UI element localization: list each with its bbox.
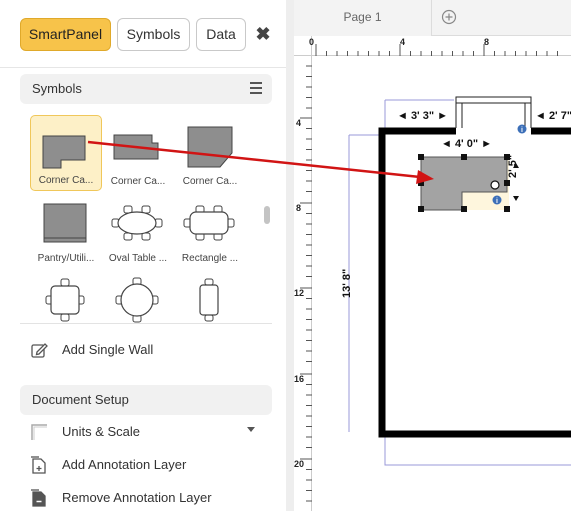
dimension-top-right[interactable]: ◄ 2' 7" <box>535 110 571 122</box>
symbol-label: Corner Ca... <box>110 176 166 187</box>
edit-icon <box>31 343 48 358</box>
symbol-label: Pantry/Utili... <box>37 253 95 264</box>
hamburger-icon[interactable] <box>250 82 262 94</box>
symbol-corner-cabinet-1[interactable]: Corner Ca... <box>30 115 102 191</box>
symbol-small-table[interactable] <box>174 269 246 324</box>
symbol-corner-cabinet-3[interactable]: Corner Ca... <box>174 115 246 191</box>
symbol-oval-table[interactable]: Oval Table ... <box>102 192 174 268</box>
panel-tab-bar: SmartPanel Symbols Data ✖ <box>0 0 286 68</box>
remove-layer-icon <box>31 489 46 507</box>
caret-down-icon[interactable] <box>247 427 255 432</box>
small-table-icon <box>199 278 219 322</box>
symbol-pantry[interactable]: Pantry/Utili... <box>30 192 102 268</box>
symbol-round-table[interactable] <box>102 269 174 324</box>
dimension-object-width[interactable]: ◄ 4' 0" ► <box>441 138 492 150</box>
tab-smartpanel[interactable]: SmartPanel <box>20 18 111 51</box>
add-single-wall-label: Add Single Wall <box>62 342 154 357</box>
canvas-area: Page 1 0 4 8 4 8 12 16 20 i i ◄ 3' 3" ► … <box>294 0 571 511</box>
units-scale-label: Units & Scale <box>62 424 141 439</box>
symbol-grid: Corner Ca... Corner Ca... Corner Ca... P… <box>20 104 272 324</box>
symbols-section-header[interactable]: Symbols <box>20 74 272 104</box>
corner-cabinet-icon <box>187 126 233 168</box>
symbol-label: Rectangle ... <box>181 253 239 264</box>
dimension-room-height[interactable]: 13' 8" <box>341 269 353 298</box>
pantry-icon <box>43 203 87 243</box>
divider <box>20 323 272 324</box>
symbol-rectangle-table[interactable]: Rectangle ... <box>174 192 246 268</box>
arrow-up-icon <box>513 163 519 168</box>
document-setup-title: Document Setup <box>32 392 129 407</box>
square-table-icon <box>45 278 85 322</box>
corner-cabinet-icon <box>113 134 159 160</box>
symbol-label: Corner Ca... <box>182 176 238 187</box>
oval-table-icon <box>111 205 163 241</box>
rectangle-table-icon <box>183 205 235 241</box>
rotate-handle[interactable] <box>490 180 500 190</box>
symbol-corner-cabinet-2[interactable]: Corner Ca... <box>102 115 174 191</box>
symbols-scrollbar[interactable] <box>264 206 270 224</box>
close-icon[interactable]: ✖ <box>254 22 272 46</box>
add-layer-icon <box>31 456 46 474</box>
symbols-section-title: Symbols <box>32 81 82 96</box>
smart-panel: SmartPanel Symbols Data ✖ Symbols Corner… <box>0 0 286 511</box>
round-table-icon <box>115 277 159 323</box>
remove-annotation-layer-label: Remove Annotation Layer <box>62 490 212 505</box>
floor-plan-drawing[interactable]: i i <box>294 0 571 511</box>
symbol-label: Oval Table ... <box>108 253 168 264</box>
add-annotation-layer-label: Add Annotation Layer <box>62 457 187 472</box>
tab-symbols[interactable]: Symbols <box>117 18 190 51</box>
dimension-top-left[interactable]: ◄ 3' 3" ► <box>397 110 448 122</box>
units-scale-button[interactable]: Units & Scale <box>30 421 260 443</box>
svg-text:i: i <box>496 198 498 205</box>
tab-data[interactable]: Data <box>196 18 246 51</box>
symbol-label: Corner Ca... <box>38 175 94 186</box>
corner-cabinet-icon <box>42 135 86 169</box>
ruler-corner-icon <box>31 424 47 440</box>
arrow-down-icon <box>513 196 519 201</box>
document-setup-header: Document Setup <box>20 385 272 415</box>
svg-text:i: i <box>521 127 523 134</box>
panel-divider[interactable] <box>286 0 294 511</box>
symbol-square-table[interactable] <box>30 269 102 324</box>
